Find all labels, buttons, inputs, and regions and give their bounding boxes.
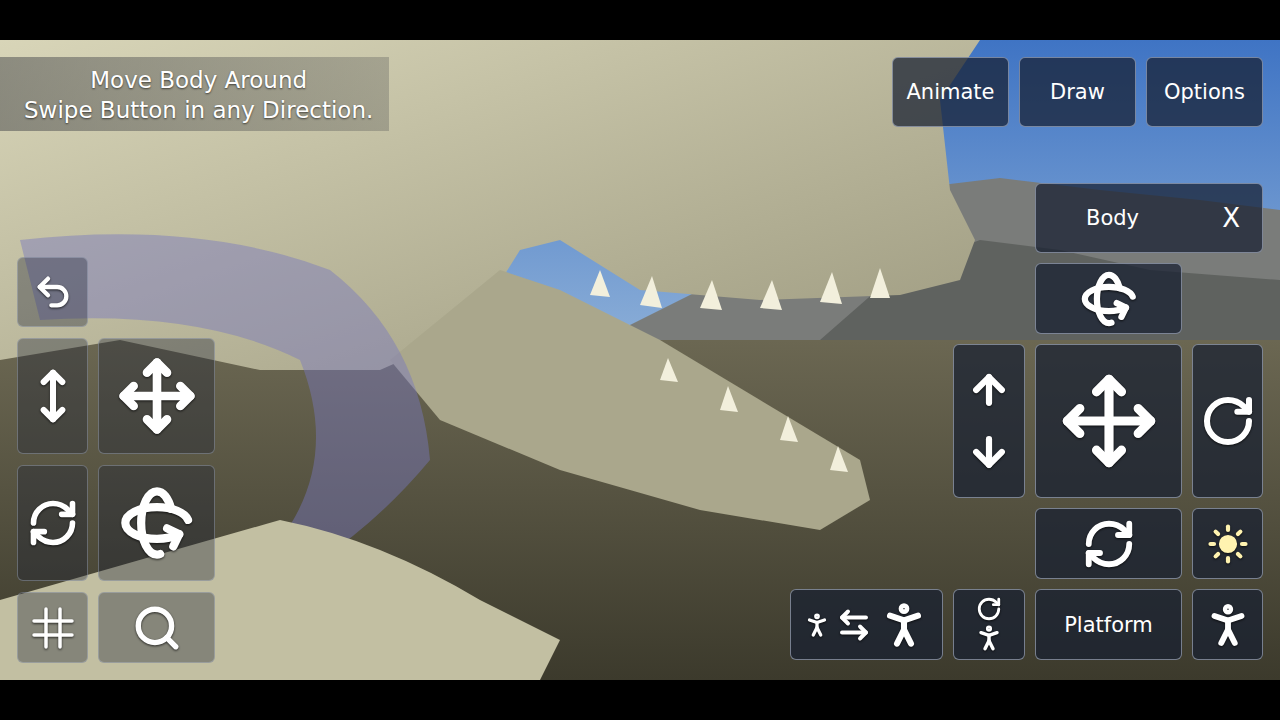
turntable-icon — [1082, 517, 1136, 571]
undo-button[interactable] — [17, 257, 88, 327]
camera-vertical-button[interactable] — [17, 338, 88, 454]
camera-rotate-button[interactable] — [17, 465, 88, 581]
vertical-arrows-icon — [25, 368, 81, 424]
turntable-button[interactable] — [1035, 508, 1182, 579]
close-button[interactable]: X — [1222, 203, 1240, 233]
left-right-arrows-icon — [836, 607, 872, 643]
menu-button[interactable]: Animate — [892, 57, 1009, 127]
grid-icon — [30, 605, 76, 651]
vertical-rotate-button[interactable] — [1192, 344, 1263, 498]
figure-button[interactable] — [1192, 589, 1263, 660]
rotate-icon — [976, 596, 1002, 622]
sun-icon — [1207, 523, 1249, 565]
top-letterbox — [0, 0, 1280, 40]
left-controls: Move Body AroundSwipe Button in any Dire… — [17, 57, 389, 663]
hud-layer: Move Body AroundSwipe Button in any Dire… — [0, 40, 1280, 680]
platform-button[interactable]: Platform — [1035, 589, 1182, 660]
pan-arrows-icon — [117, 356, 197, 436]
large-person-icon — [876, 597, 932, 653]
up-down-button[interactable] — [953, 344, 1025, 498]
bottom-letterbox — [0, 680, 1280, 720]
camera-pan-button[interactable] — [98, 338, 215, 454]
scale-button[interactable] — [790, 589, 943, 660]
scene-view: Move Body AroundSwipe Button in any Dire… — [0, 40, 1280, 680]
move-body-button[interactable] — [1035, 344, 1182, 498]
undo-icon — [33, 272, 73, 312]
app-screen: Move Body AroundSwipe Button in any Dire… — [0, 0, 1280, 720]
person-icon — [973, 622, 1005, 654]
body-panel: Body X Platform — [790, 183, 1263, 660]
small-person-icon — [802, 610, 832, 640]
vertical-rotate-icon — [1200, 393, 1256, 449]
light-button[interactable] — [1192, 508, 1263, 579]
hint-line: Swipe Button in any Direction. — [24, 95, 373, 125]
camera-orbit-button[interactable] — [98, 465, 215, 581]
hint-banner: Move Body AroundSwipe Button in any Dire… — [0, 57, 389, 131]
rotate-figure-button[interactable] — [953, 589, 1025, 660]
panel-title: Body — [1086, 206, 1139, 230]
tilt-button[interactable] — [1035, 263, 1182, 334]
menu-button[interactable]: Options — [1146, 57, 1263, 127]
grid-button[interactable] — [17, 592, 88, 663]
orbit-icon — [119, 485, 195, 561]
move-arrows-icon — [1059, 371, 1159, 471]
panel-header: Body X — [1035, 183, 1263, 253]
top-menu: AnimateDrawOptions — [892, 57, 1263, 127]
camera-pad — [17, 257, 215, 663]
right-controls: AnimateDrawOptions Body X Platform — [790, 57, 1263, 663]
hint-line: Move Body Around — [90, 65, 307, 95]
menu-button[interactable]: Draw — [1019, 57, 1136, 127]
arrow-up-icon — [967, 368, 1011, 412]
rotate-arrows-icon — [27, 497, 79, 549]
zoom-button[interactable] — [98, 592, 215, 663]
arrow-down-icon — [967, 430, 1011, 474]
zoom-icon — [132, 603, 182, 653]
tilt-rotate-icon — [1080, 270, 1138, 328]
figure-icon — [1201, 598, 1255, 652]
